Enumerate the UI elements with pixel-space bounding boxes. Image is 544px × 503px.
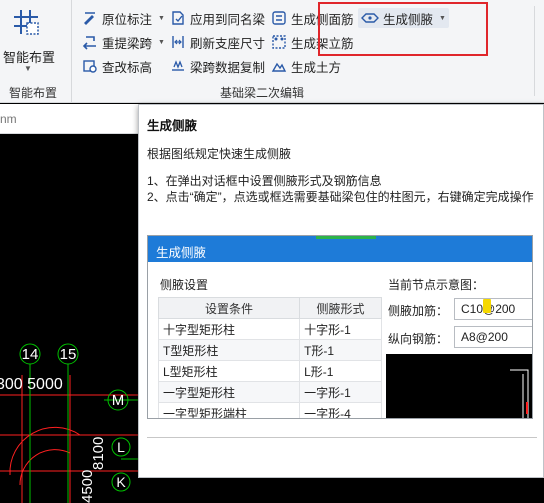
refresh-support-size-button[interactable]: 刷新支座尺寸 xyxy=(170,32,265,52)
apply-icon xyxy=(172,11,184,25)
inplace-annotation-label: 原位标注 xyxy=(102,12,153,27)
table-cell: T型矩形柱 xyxy=(157,339,301,361)
refresh-support-size-label: 刷新支座尺寸 xyxy=(190,36,266,51)
dimension-vertical-text: 8100 xyxy=(90,437,107,470)
table-cell: T形-1 xyxy=(299,339,382,361)
dimension-text: 300 5000 xyxy=(0,376,63,393)
span-data-copy-button[interactable]: 梁跨数据复制 xyxy=(170,56,265,76)
span-data-copy-label: 梁跨数据复制 xyxy=(190,60,266,75)
refresh-icon xyxy=(172,36,184,48)
modify-elevation-label: 查改标高 xyxy=(102,60,153,75)
reextract-span-button[interactable]: 重提梁跨 ▼ xyxy=(82,32,165,52)
side-rebar-icon xyxy=(272,11,286,25)
table-row[interactable]: T型矩形柱 T形-1 xyxy=(157,339,382,361)
ribbon: 智能布置 ▼ 智能布置 原位标注 ▼ 重提梁跨 ▼ 查改标高 应用到同名梁 刷新支座… xyxy=(0,0,544,103)
annotation-icon xyxy=(84,12,95,25)
highlight-box xyxy=(318,2,488,56)
tab-strip: nm xyxy=(0,104,138,134)
table-cell: 十字型矩形柱 xyxy=(157,318,301,340)
dialog-preview: 生成侧腋 侧腋设置 设置条件 侧腋形式 十字型矩形柱 十字形-1 T型矩形柱 T形-… xyxy=(147,235,533,419)
haunch-rebar-label: 侧腋加筋： xyxy=(388,304,449,318)
longitudinal-rebar-input[interactable] xyxy=(454,326,532,348)
chevron-down-icon: ▼ xyxy=(158,14,165,22)
ribbon-separator xyxy=(534,6,535,96)
reextract-icon xyxy=(82,36,96,50)
haunch-settings-table: 设置条件 侧腋形式 十字型矩形柱 十字形-1 T型矩形柱 T形-1 L型矩形柱 L形-… xyxy=(157,297,382,418)
table-header-condition: 设置条件 xyxy=(157,297,301,319)
copy-icon xyxy=(172,60,184,71)
elevation-icon xyxy=(83,60,97,73)
tooltip-step-2: 2、点击“确定”，点选或框选需要基础梁包住的柱图元，右键确定完成操作 xyxy=(147,190,534,204)
longitudinal-rebar-label: 纵向钢筋： xyxy=(388,332,449,346)
dialog-title: 生成侧腋 xyxy=(156,246,207,260)
table-cell: L型矩形柱 xyxy=(157,360,301,382)
axis-label-k: K xyxy=(116,474,126,490)
table-row[interactable]: 十字型矩形柱 十字形-1 xyxy=(157,318,382,340)
chevron-down-icon[interactable]: ▼ xyxy=(24,64,32,73)
axis-label-m: M xyxy=(112,392,125,409)
tooltip-title: 生成侧腋 xyxy=(147,119,198,133)
haunch-rebar-input[interactable] xyxy=(454,298,532,320)
tooltip-steps: 1、在弹出对话框中设置侧腋形式及钢筋信息 2、点击“确定”，点选或框选需要基础梁… xyxy=(147,173,539,205)
erection-rebar-icon xyxy=(272,35,286,49)
group-label-smart: 智能布置 xyxy=(9,86,58,100)
smart-layout-icon[interactable] xyxy=(12,8,40,36)
tooltip-generate-side-haunch: 生成侧腋 根据图纸规定快速生成侧腋 1、在弹出对话框中设置侧腋形式及钢筋信息 2… xyxy=(138,104,544,478)
table-cell: 十字形-1 xyxy=(299,318,382,340)
group-label-basebeam: 基础梁二次编辑 xyxy=(220,86,305,100)
node-diagram-drawing xyxy=(510,369,529,418)
table-header-form: 侧腋形式 xyxy=(299,297,382,319)
tooltip-description: 根据图纸规定快速生成侧腋 xyxy=(147,147,292,161)
tooltip-step-1: 1、在弹出对话框中设置侧腋形式及钢筋信息 xyxy=(147,174,382,188)
group-smart-layout: 智能布置 ▼ 智能布置 xyxy=(0,0,72,103)
table-row[interactable]: L型矩形柱 L形-1 xyxy=(157,360,382,382)
axis-label-15: 15 xyxy=(60,346,77,363)
dimension-vertical-text-2: 4500 xyxy=(79,470,96,503)
table-row[interactable]: 一字型矩形柱 一字形-1 xyxy=(157,381,382,403)
axis-label-l: L xyxy=(117,439,125,455)
generate-earthwork-button[interactable]: 生成土方 xyxy=(271,56,341,76)
apply-same-name-beam-button[interactable]: 应用到同名梁 xyxy=(170,8,265,28)
dialog-titlebar: 生成侧腋 xyxy=(148,236,532,262)
tooltip-divider xyxy=(147,437,537,438)
strip-text: nm xyxy=(0,112,17,126)
axis-label-14: 14 xyxy=(22,346,39,363)
table-row[interactable]: 一字型矩形端柱 一字形-4 xyxy=(157,402,382,418)
node-preview-label: 当前节点示意图： xyxy=(388,278,485,292)
modify-elevation-button[interactable]: 查改标高 xyxy=(82,56,152,76)
text-cursor-icon xyxy=(483,299,491,313)
chevron-down-icon: ▼ xyxy=(158,38,165,46)
generate-earthwork-label: 生成土方 xyxy=(291,60,342,75)
dialog-top-accent xyxy=(316,236,376,239)
earthwork-icon xyxy=(271,62,287,72)
table-cell: 一字型矩形端柱 xyxy=(157,402,301,418)
table-cell: 一字型矩形柱 xyxy=(157,381,301,403)
section-label: 侧腋设置 xyxy=(160,278,209,292)
apply-same-name-beam-label: 应用到同名梁 xyxy=(190,12,266,27)
inplace-annotation-button[interactable]: 原位标注 ▼ xyxy=(82,8,165,28)
table-cell: 一字形-4 xyxy=(299,402,382,418)
table-cell: 一字形-1 xyxy=(299,381,382,403)
reextract-span-label: 重提梁跨 xyxy=(102,36,153,51)
node-diagram xyxy=(386,354,532,418)
table-cell: L形-1 xyxy=(299,360,382,382)
